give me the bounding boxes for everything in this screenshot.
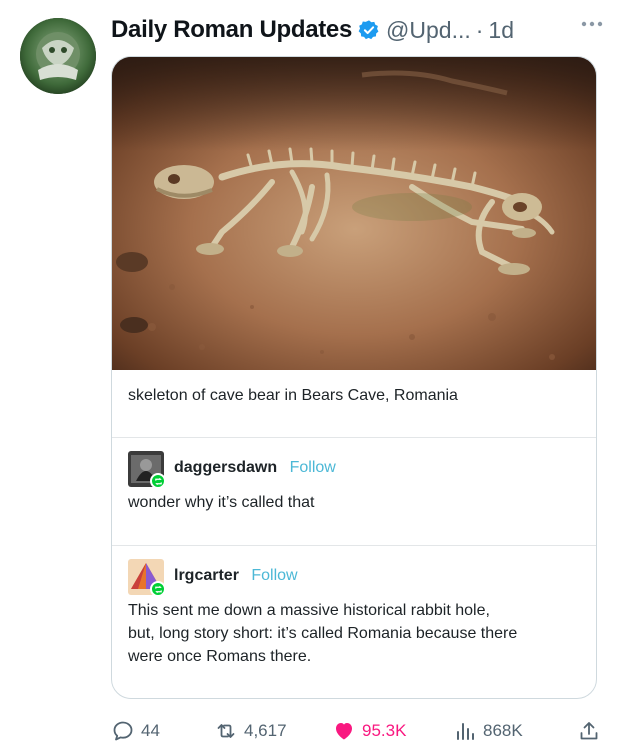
reblog-comment: This sent me down a massive historical r… [128,599,580,668]
divider [112,545,596,546]
timestamp[interactable]: 1d [488,17,514,44]
display-name[interactable]: Daily Roman Updates [111,16,352,44]
reblogger-avatar[interactable] [128,451,166,489]
avatar[interactable] [20,18,96,94]
handle[interactable]: @Upd... [386,17,471,44]
tweet-header: Daily Roman Updates @Upd... · 1d [111,14,605,46]
share-button[interactable] [577,716,607,746]
cave-bear-skeleton-photo-icon [112,57,596,370]
heart-icon [336,723,352,740]
divider [112,437,596,438]
verified-badge-icon [358,20,379,40]
follow-button[interactable]: Follow [251,567,297,584]
reblog-comment-line: were once Romans there. [128,648,312,665]
views-button[interactable]: 868K [453,716,523,746]
share-icon [580,722,598,740]
reblog-user-line: daggersdawn Follow [174,459,336,477]
reply-button[interactable]: 44 [111,716,160,746]
reblog-comment-line: but, long story short: it’s called Roman… [128,625,518,642]
reblog-badge [150,581,166,597]
reblog-username[interactable]: lrgcarter [174,567,239,584]
reblog-icon [154,585,162,593]
views-count: 868K [483,721,523,740]
separator-dot: · [475,16,484,43]
reblogger-avatar[interactable] [128,559,166,597]
reblog-entry: lrgcarter Follow This sent me down a mas… [128,559,580,689]
reblog-user-line: lrgcarter Follow [174,567,298,585]
like-count: 95.3K [362,721,407,740]
green-emblem-avatar-icon [20,18,96,94]
reblog-comment-line: This sent me down a massive historical r… [128,602,490,619]
reblog-comment: wonder why it’s called that [128,491,580,514]
repost-icon [217,724,235,738]
reblog-icon [154,477,162,485]
repost-count: 4,617 [244,721,287,740]
reply-count: 44 [141,721,160,740]
like-button[interactable]: 95.3K [332,716,406,746]
repost-button[interactable]: 4,617 [214,716,287,746]
follow-button[interactable]: Follow [290,459,336,476]
views-chart-icon [457,723,474,740]
reblog-entry: daggersdawn Follow wonder why it’s calle… [128,451,580,521]
action-bar: 44 4,617 95.3K 868K [111,716,611,746]
reblog-username[interactable]: daggersdawn [174,459,277,476]
reblog-badge [150,473,166,489]
reply-bubble-icon [113,721,133,741]
image-caption: skeleton of cave bear in Bears Cave, Rom… [128,387,458,404]
reblog-comment-line: wonder why it’s called that [128,494,315,511]
media-card[interactable]: skeleton of cave bear in Bears Cave, Rom… [111,56,597,699]
more-options-icon[interactable] [577,14,607,34]
